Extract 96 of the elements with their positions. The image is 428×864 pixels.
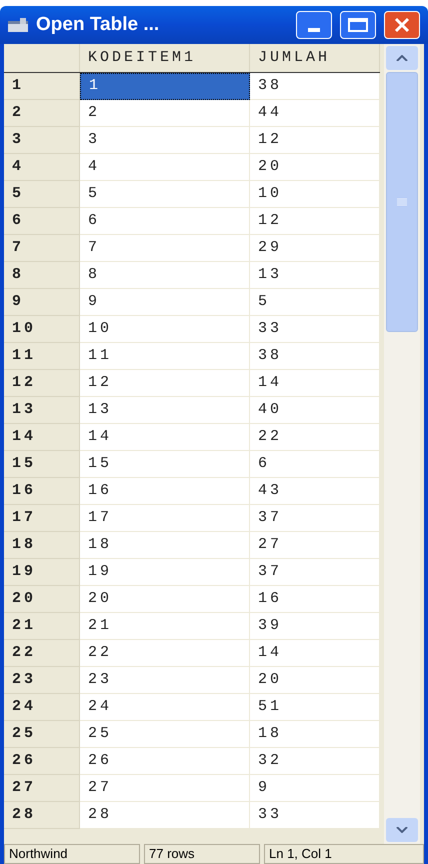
table-cell: 14 xyxy=(250,370,380,397)
table-cell: 12 xyxy=(80,370,250,397)
table-cell: 17 xyxy=(80,505,250,532)
row-header[interactable]: 22 xyxy=(4,640,80,667)
scrollbar-thumb[interactable] xyxy=(386,72,418,332)
row-header[interactable]: 5 xyxy=(4,181,80,208)
table-cell: 12 xyxy=(250,208,380,235)
row-header[interactable]: 21 xyxy=(4,613,80,640)
row-header[interactable]: 7 xyxy=(4,235,80,262)
row-header[interactable]: 25 xyxy=(4,721,80,748)
row-header[interactable]: 24 xyxy=(4,694,80,721)
table-cell: 20 xyxy=(80,586,250,613)
row-header[interactable]: 10 xyxy=(4,316,80,343)
table-cell: 40 xyxy=(250,397,380,424)
table-cell: 10 xyxy=(80,316,250,343)
table-cell: 23 xyxy=(80,667,250,694)
table-cell: 25 xyxy=(80,721,250,748)
row-header[interactable]: 2 xyxy=(4,100,80,127)
status-panel: Northwind xyxy=(4,844,140,864)
table-cell: 43 xyxy=(250,478,380,505)
table-cell: 26 xyxy=(80,748,250,775)
table-cell: 5 xyxy=(80,181,250,208)
table-cell: 16 xyxy=(250,586,380,613)
row-header[interactable]: 3 xyxy=(4,127,80,154)
table-cell: 27 xyxy=(250,532,380,559)
table-cell: 32 xyxy=(250,748,380,775)
table-cell: 51 xyxy=(250,694,380,721)
row-header[interactable]: 9 xyxy=(4,289,80,316)
table-cell: 6 xyxy=(80,208,250,235)
row-header[interactable]: 14 xyxy=(4,424,80,451)
scrollbar[interactable] xyxy=(384,44,420,844)
row-header[interactable]: 1 xyxy=(4,73,80,100)
table-cell: 1 xyxy=(80,73,250,100)
table-cell: 11 xyxy=(80,343,250,370)
table-cell: 15 xyxy=(80,451,250,478)
close-icon xyxy=(394,17,410,33)
table-cell: 8 xyxy=(80,262,250,289)
status-panel: 77 rows xyxy=(144,844,260,864)
table-cell: 16 xyxy=(80,478,250,505)
grip-icon xyxy=(397,198,407,206)
table-cell: 33 xyxy=(250,316,380,343)
row-header[interactable]: 26 xyxy=(4,748,80,775)
table-cell: 18 xyxy=(80,532,250,559)
table-icon xyxy=(8,18,28,32)
table-cell: 44 xyxy=(250,100,380,127)
table-cell: 13 xyxy=(250,262,380,289)
table-cell: 37 xyxy=(250,559,380,586)
row-header[interactable]: 8 xyxy=(4,262,80,289)
row-header[interactable]: 27 xyxy=(4,775,80,802)
status-panel: Ln 1, Col 1 xyxy=(264,844,424,864)
table-cell: 6 xyxy=(250,451,380,478)
table-cell: 14 xyxy=(80,424,250,451)
table-cell: 14 xyxy=(250,640,380,667)
row-header[interactable]: 19 xyxy=(4,559,80,586)
table-cell: 24 xyxy=(80,694,250,721)
maximize-button[interactable] xyxy=(340,11,376,39)
row-header[interactable]: 15 xyxy=(4,451,80,478)
row-header[interactable]: 17 xyxy=(4,505,80,532)
row-header[interactable]: 12 xyxy=(4,370,80,397)
table-cell: 37 xyxy=(250,505,380,532)
row-header[interactable]: 28 xyxy=(4,802,80,829)
table-cell: 38 xyxy=(250,343,380,370)
minimize-button[interactable] xyxy=(296,11,332,39)
table-cell: 27 xyxy=(80,775,250,802)
table-cell: 13 xyxy=(80,397,250,424)
table-cell: 21 xyxy=(80,613,250,640)
table-cell: 28 xyxy=(80,802,250,829)
row-header[interactable]: 11 xyxy=(4,343,80,370)
table-cell: 9 xyxy=(80,289,250,316)
close-button[interactable] xyxy=(384,11,420,39)
table-cell: 33 xyxy=(250,802,380,829)
table-cell: 29 xyxy=(250,235,380,262)
table-cell: 39 xyxy=(250,613,380,640)
table-cell: 7 xyxy=(80,235,250,262)
table-cell: 20 xyxy=(250,667,380,694)
table-cell: 12 xyxy=(250,127,380,154)
table-cell: 9 xyxy=(250,775,380,802)
table-cell: 19 xyxy=(80,559,250,586)
table-cell: 20 xyxy=(250,154,380,181)
table-cell: 2 xyxy=(80,100,250,127)
row-header[interactable]: 16 xyxy=(4,478,80,505)
table-cell: 4 xyxy=(80,154,250,181)
window-title: Open Table ... xyxy=(36,12,160,37)
row-header[interactable]: 18 xyxy=(4,532,80,559)
row-header[interactable]: 4 xyxy=(4,154,80,181)
row-header[interactable]: 23 xyxy=(4,667,80,694)
row-header[interactable]: 6 xyxy=(4,208,80,235)
table-cell: 18 xyxy=(250,721,380,748)
table-cell: 22 xyxy=(250,424,380,451)
table-cell: 22 xyxy=(80,640,250,667)
table-cell: 10 xyxy=(250,181,380,208)
row-header[interactable]: 13 xyxy=(4,397,80,424)
table-cell: 38 xyxy=(250,73,380,100)
row-header[interactable]: 20 xyxy=(4,586,80,613)
table-cell: 3 xyxy=(80,127,250,154)
table-cell: 5 xyxy=(250,289,380,316)
